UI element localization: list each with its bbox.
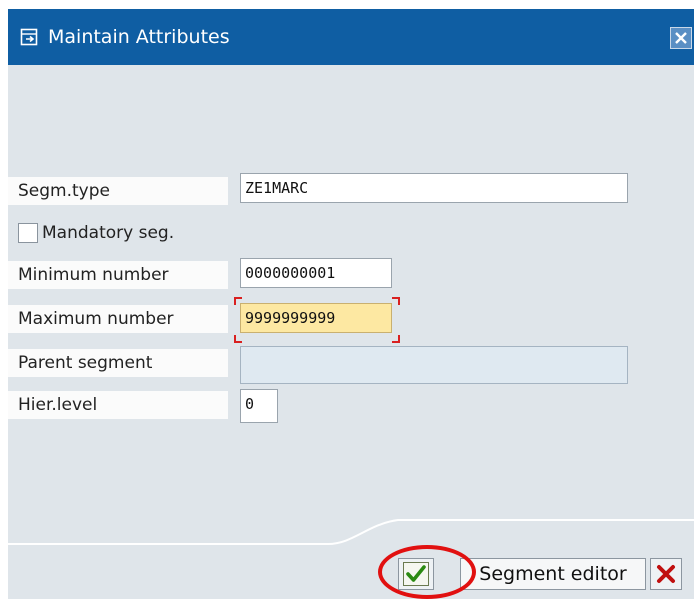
minimum-number-field[interactable]: 0000000001 xyxy=(240,258,392,288)
cancel-button[interactable] xyxy=(650,558,682,590)
minimum-number-label: Minimum number xyxy=(8,261,228,289)
parent-segment-field xyxy=(240,346,628,384)
focus-corner xyxy=(234,297,242,305)
highlight-circle xyxy=(378,545,476,599)
focus-corner xyxy=(392,297,400,305)
segment-editor-button[interactable]: Segment editor xyxy=(460,558,646,590)
maintain-attributes-dialog: Maintain Attributes Segm.type ZE1MARC Ma… xyxy=(8,9,694,599)
maximum-number-field[interactable]: 9999999999 xyxy=(240,303,392,333)
dialog-icon xyxy=(20,28,38,46)
dialog-title-bar: Maintain Attributes xyxy=(8,9,694,65)
dialog-title: Maintain Attributes xyxy=(48,26,230,48)
maximum-number-label: Maximum number xyxy=(8,305,228,333)
mandatory-seg-checkbox-row[interactable]: Mandatory seg. xyxy=(18,219,174,247)
mandatory-seg-label: Mandatory seg. xyxy=(42,223,175,243)
cancel-x-icon xyxy=(657,565,675,583)
close-icon xyxy=(675,32,687,44)
close-button[interactable] xyxy=(670,27,692,49)
focus-corner xyxy=(234,335,242,343)
segm-type-label: Segm.type xyxy=(8,177,228,205)
parent-segment-label: Parent segment xyxy=(8,349,228,377)
mandatory-seg-checkbox[interactable] xyxy=(18,223,38,243)
hier-level-field: 0 xyxy=(240,389,278,423)
focus-corner xyxy=(392,335,400,343)
hier-level-label: Hier.level xyxy=(8,391,228,419)
segm-type-field[interactable]: ZE1MARC xyxy=(240,173,628,203)
